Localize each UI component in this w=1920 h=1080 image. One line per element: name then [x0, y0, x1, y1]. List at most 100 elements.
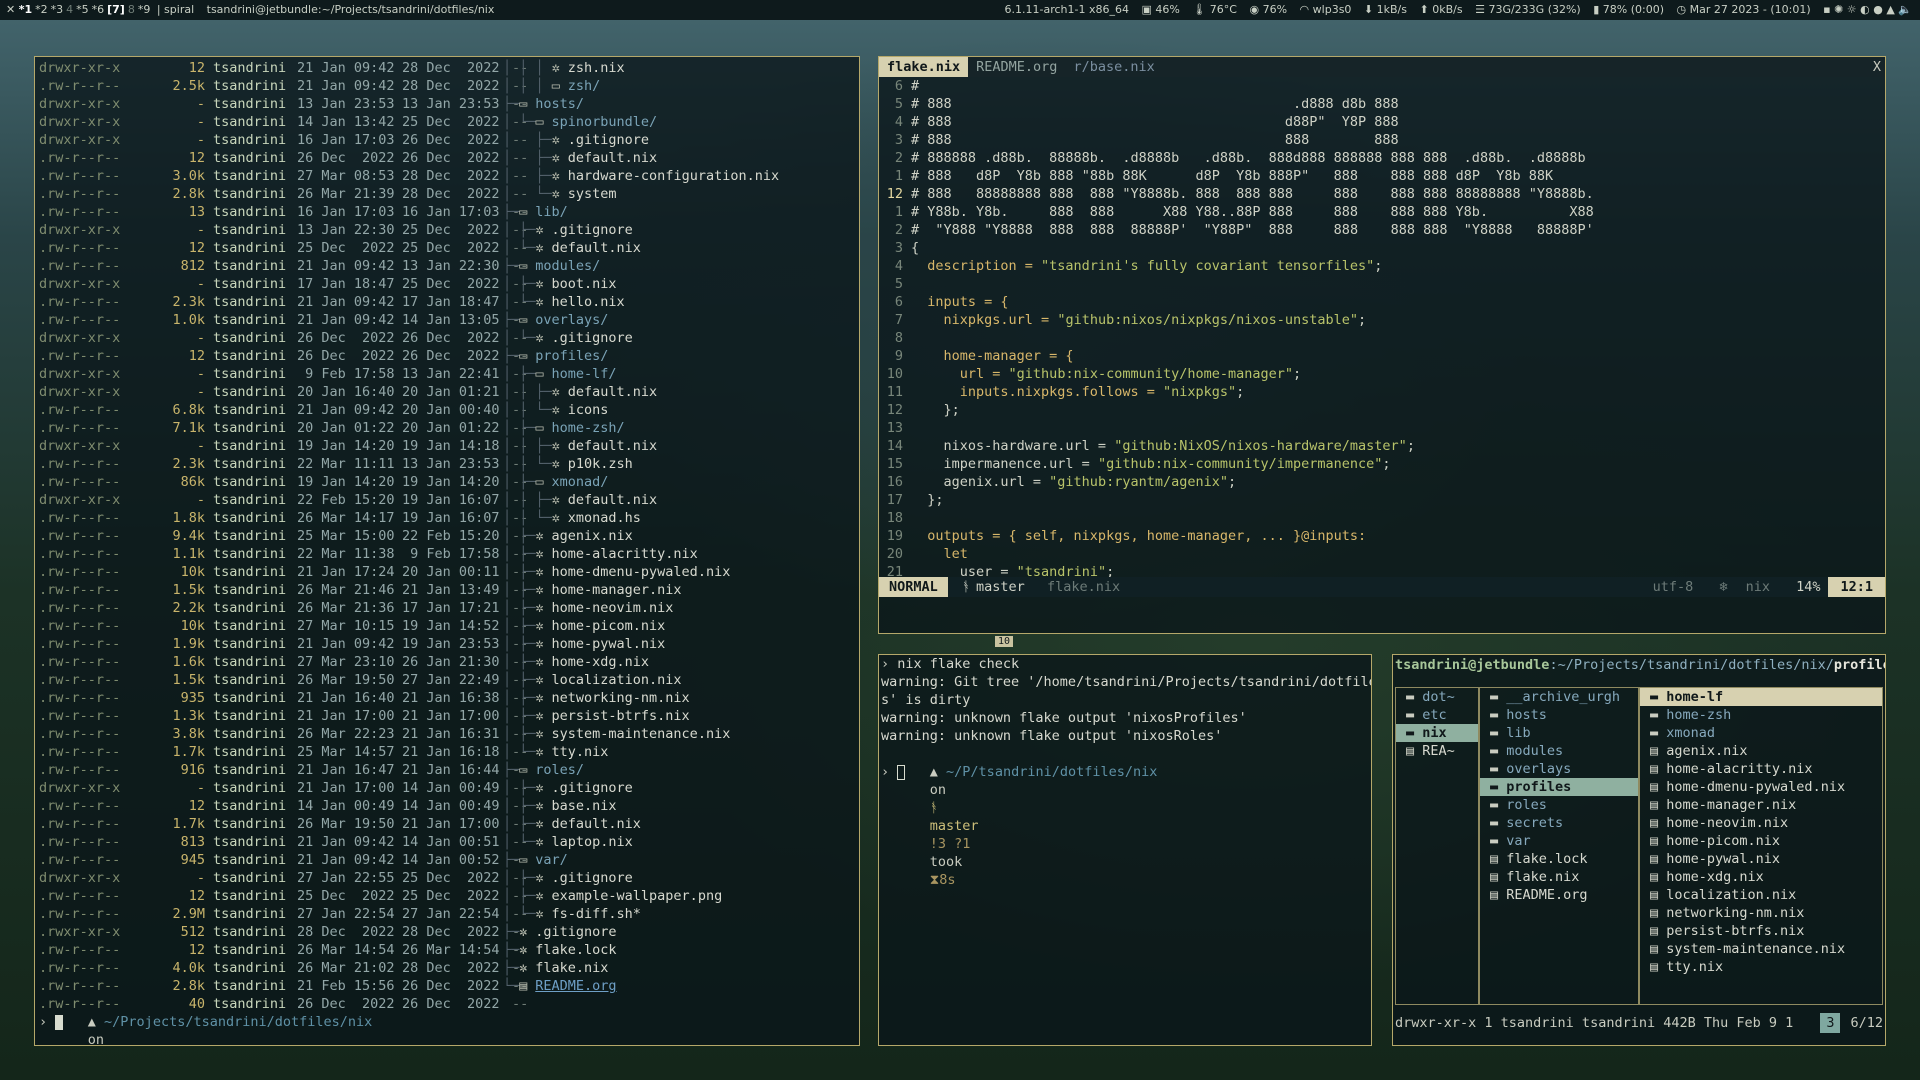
tree-row[interactable]: │ ├─✲ .gitignore: [503, 131, 859, 149]
tree-row[interactable]: │ │ ├─✲ default.nix: [503, 383, 859, 401]
close-tab-button[interactable]: X: [1873, 57, 1881, 77]
lf-entry[interactable]: ▤ home-pywal.nix: [1640, 850, 1882, 868]
code-line[interactable]: 20 let: [879, 545, 1883, 563]
lf-entry[interactable]: ▬ xmonad: [1640, 724, 1882, 742]
code-line[interactable]: 15 impermanence.url = "github:nix-commun…: [879, 455, 1883, 473]
lf-parent-column[interactable]: ▬ dot~ ▬ etc ▬ nix ▤ REA~: [1395, 687, 1479, 1005]
tree-row[interactable]: │ ├─▭ xmonad/: [503, 473, 859, 491]
workspace-9[interactable]: *9: [138, 3, 151, 16]
lf-entry[interactable]: ▬ overlays: [1480, 760, 1638, 778]
tree-row[interactable]: │ │ └─✲ xmonad.hs: [503, 509, 859, 527]
code-line[interactable]: 4 description = "tsandrini's fully covar…: [879, 257, 1883, 275]
tree-row[interactable]: │ ├─✲ .gitignore: [503, 221, 859, 239]
code-line[interactable]: 11 inputs.nixpkgs.follows = "nixpkgs";: [879, 383, 1883, 401]
lf-entry[interactable]: ▤ system-maintenance.nix: [1640, 940, 1882, 958]
workspace-2[interactable]: *2: [35, 3, 48, 16]
tree-row[interactable]: │ │ └─✲ icons: [503, 401, 859, 419]
lf-entry[interactable]: ▤ tty.nix: [1640, 958, 1882, 976]
code-line[interactable]: 1 # 888 d8P Y8b 888 "88b 88K d8P Y8b 888P…: [879, 167, 1883, 185]
tab-flake-nix[interactable]: flake.nix: [879, 57, 969, 77]
lf-entry[interactable]: ▤ flake.lock: [1480, 850, 1638, 868]
tree-row[interactable]: │ ├─✲ boot.nix: [503, 275, 859, 293]
tray-icons[interactable]: ▪ ✺ ☼ ◐ ● ▲ 🔈: [1823, 3, 1912, 16]
tree-row[interactable]: │ ├─✲ default.nix: [503, 815, 859, 833]
lf-entry[interactable]: ▤ flake.nix: [1480, 868, 1638, 886]
tree-row[interactable]: │ ├─✲ home-manager.nix: [503, 581, 859, 599]
workspace-3[interactable]: *3: [51, 3, 64, 16]
lf-entry[interactable]: ▤ persist-btrfs.nix: [1640, 922, 1882, 940]
code-line[interactable]: 5 # 888 .d888 d8b 888: [879, 95, 1883, 113]
code-line[interactable]: 7 nixpkgs.url = "github:nixos/nixpkgs/ni…: [879, 311, 1883, 329]
lf-entry[interactable]: ▬ home-zsh: [1640, 706, 1882, 724]
tree-row[interactable]: ├─▭ profiles/: [503, 347, 859, 365]
tree-row[interactable]: │ │ └─✲ p10k.zsh: [503, 455, 859, 473]
neovim-editor[interactable]: flake.nix README.org r/base.nix X 6 #5 # 888…: [878, 56, 1886, 634]
code-area[interactable]: 6 #5 # 888 .d888 d8b 888 4 # 888 d88P" Y8P 8…: [879, 77, 1883, 581]
tree-row[interactable]: │ └─✲ fs-diff.sh*: [503, 905, 859, 923]
tree-row[interactable]: │ ├─✲ home-dmenu-pywaled.nix: [503, 563, 859, 581]
workspace-6[interactable]: *6: [92, 3, 105, 16]
lf-current-column[interactable]: ▬ __archive_urgh ▬ hosts ▬ lib ▬ modules ▬ o…: [1479, 687, 1639, 1005]
code-line[interactable]: 6 #: [879, 77, 1883, 95]
lf-entry[interactable]: ▤ networking-nm.nix: [1640, 904, 1882, 922]
tree-row[interactable]: │ └─✲ .gitignore: [503, 329, 859, 347]
tree-row[interactable]: │ └─✲ hello.nix: [503, 293, 859, 311]
code-line[interactable]: 19 outputs = { self, nixpkgs, home-manag…: [879, 527, 1883, 545]
lf-preview-column[interactable]: ▬ home-lf ▬ home-zsh ▬ xmonad ▤ agenix.nix ▤…: [1639, 687, 1883, 1005]
lf-entry[interactable]: ▬ dot~: [1396, 688, 1478, 706]
tree-row[interactable]: │ ├─✲ home-pywal.nix: [503, 635, 859, 653]
workspace-5[interactable]: *5: [76, 3, 89, 16]
text-cursor[interactable]: [55, 1014, 64, 1030]
tree-row[interactable]: │ ├─✲ home-picom.nix: [503, 617, 859, 635]
lf-entry[interactable]: ▤ REA~: [1396, 742, 1478, 760]
code-line[interactable]: 3 # 888 888 888: [879, 131, 1883, 149]
tree-row[interactable]: │ ├─✲ home-neovim.nix: [503, 599, 859, 617]
tree-row[interactable]: │ │ ├─✲ default.nix: [503, 491, 859, 509]
workspace-8[interactable]: 8: [128, 3, 135, 16]
tree-row[interactable]: │ ├─✲ home-xdg.nix: [503, 653, 859, 671]
code-line[interactable]: 10 url = "github:nix-community/home-mana…: [879, 365, 1883, 383]
tree-row[interactable]: ├─✲ flake.nix: [503, 959, 859, 977]
lf-entry[interactable]: ▤ home-neovim.nix: [1640, 814, 1882, 832]
lf-entry[interactable]: ▤ home-picom.nix: [1640, 832, 1882, 850]
code-line[interactable]: 14 nixos-hardware.url = "github:NixOS/ni…: [879, 437, 1883, 455]
code-line[interactable]: 5: [879, 275, 1883, 293]
tree-row[interactable]: │ ├─✲ home-alacritty.nix: [503, 545, 859, 563]
tree-row[interactable]: │ │ ├─✲ default.nix: [503, 437, 859, 455]
code-line[interactable]: 1 # Y88b. Y8b. 888 888 X88 Y88..88P 888 8…: [879, 203, 1883, 221]
tree-row[interactable]: │ ├─✲ base.nix: [503, 797, 859, 815]
lf-entry[interactable]: ▤ agenix.nix: [1640, 742, 1882, 760]
code-line[interactable]: 16 agenix.url = "github:ryantm/agenix";: [879, 473, 1883, 491]
tree-row[interactable]: │ ├─✲ system-maintenance.nix: [503, 725, 859, 743]
lf-entry[interactable]: ▤ home-alacritty.nix: [1640, 760, 1882, 778]
lf-entry[interactable]: ▬ modules: [1480, 742, 1638, 760]
lf-entry[interactable]: ▬ etc: [1396, 706, 1478, 724]
tree-row[interactable]: │ ├─✲ persist-btrfs.nix: [503, 707, 859, 725]
tree-row[interactable]: │ ├─✲ agenix.nix: [503, 527, 859, 545]
code-line[interactable]: 2 # 888888 .d88b. 88888b. .d8888b .d88b. …: [879, 149, 1883, 167]
lf-entry[interactable]: ▬ secrets: [1480, 814, 1638, 832]
tree-row[interactable]: │ ├─▭ home-zsh/: [503, 419, 859, 437]
tree-row[interactable]: │ │ │ ✲ zsh.nix: [503, 59, 859, 77]
workspace-7[interactable]: [7]: [107, 3, 125, 16]
tree-row[interactable]: │ └─✲ default.nix: [503, 239, 859, 257]
tree-row[interactable]: ├─✲ flake.lock: [503, 941, 859, 959]
tree-row[interactable]: │ ├─▭ home-lf/: [503, 365, 859, 383]
lf-entry[interactable]: ▤ home-manager.nix: [1640, 796, 1882, 814]
lf-entry[interactable]: ▬ lib: [1480, 724, 1638, 742]
tree-row[interactable]: │ └─✲ laptop.nix: [503, 833, 859, 851]
tab-readme-org[interactable]: README.org: [968, 57, 1065, 77]
tree-row[interactable]: │ └─✲ tty.nix: [503, 743, 859, 761]
tree-row[interactable]: ├─✲ .gitignore: [503, 923, 859, 941]
tree-row[interactable]: │ │ │ ▭ zsh/: [503, 77, 859, 95]
tree-row[interactable]: │ └─▭ spinorbundle/: [503, 113, 859, 131]
code-line[interactable]: 8: [879, 329, 1883, 347]
shell-prompt[interactable]: ▲ ~/Projects/tsandrini/dotfiles/nix on ᚬ…: [39, 995, 839, 1045]
code-line[interactable]: 6 inputs = {: [879, 293, 1883, 311]
code-line[interactable]: 13: [879, 419, 1883, 437]
code-line[interactable]: 4 # 888 d88P" Y8P 888: [879, 113, 1883, 131]
tree-row[interactable]: │ ├─✲ .gitignore: [503, 779, 859, 797]
file-listing-terminal[interactable]: drwxr-xr-x 12 tsandrini 21 Jan 09:42 28 Dec …: [34, 56, 860, 1046]
terminal-prompt[interactable]: ▲ ~/P/tsandrini/dotfiles/nix on ᚬ master…: [881, 745, 1371, 888]
tree-row[interactable]: ├─▭ modules/: [503, 257, 859, 275]
